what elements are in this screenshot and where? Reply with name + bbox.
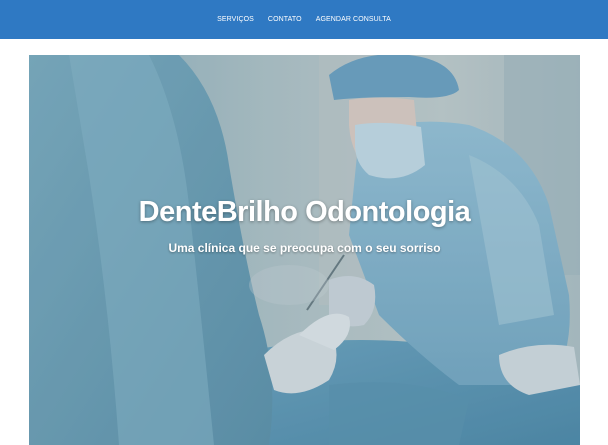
nav-link-servicos[interactable]: SERVIÇOS: [217, 16, 254, 23]
nav-link-agendar-consulta[interactable]: AGENDAR CONSULTA: [316, 16, 391, 23]
hero-title: DenteBrilho Odontologia: [138, 196, 471, 228]
top-navigation-bar: SERVIÇOS CONTATO AGENDAR CONSULTA: [0, 0, 608, 39]
hero-banner: DenteBrilho Odontologia Uma clínica que …: [29, 55, 580, 445]
nav-link-contato[interactable]: CONTATO: [268, 16, 302, 23]
hero-subtitle: Uma clínica que se preocupa com o seu so…: [168, 241, 441, 255]
